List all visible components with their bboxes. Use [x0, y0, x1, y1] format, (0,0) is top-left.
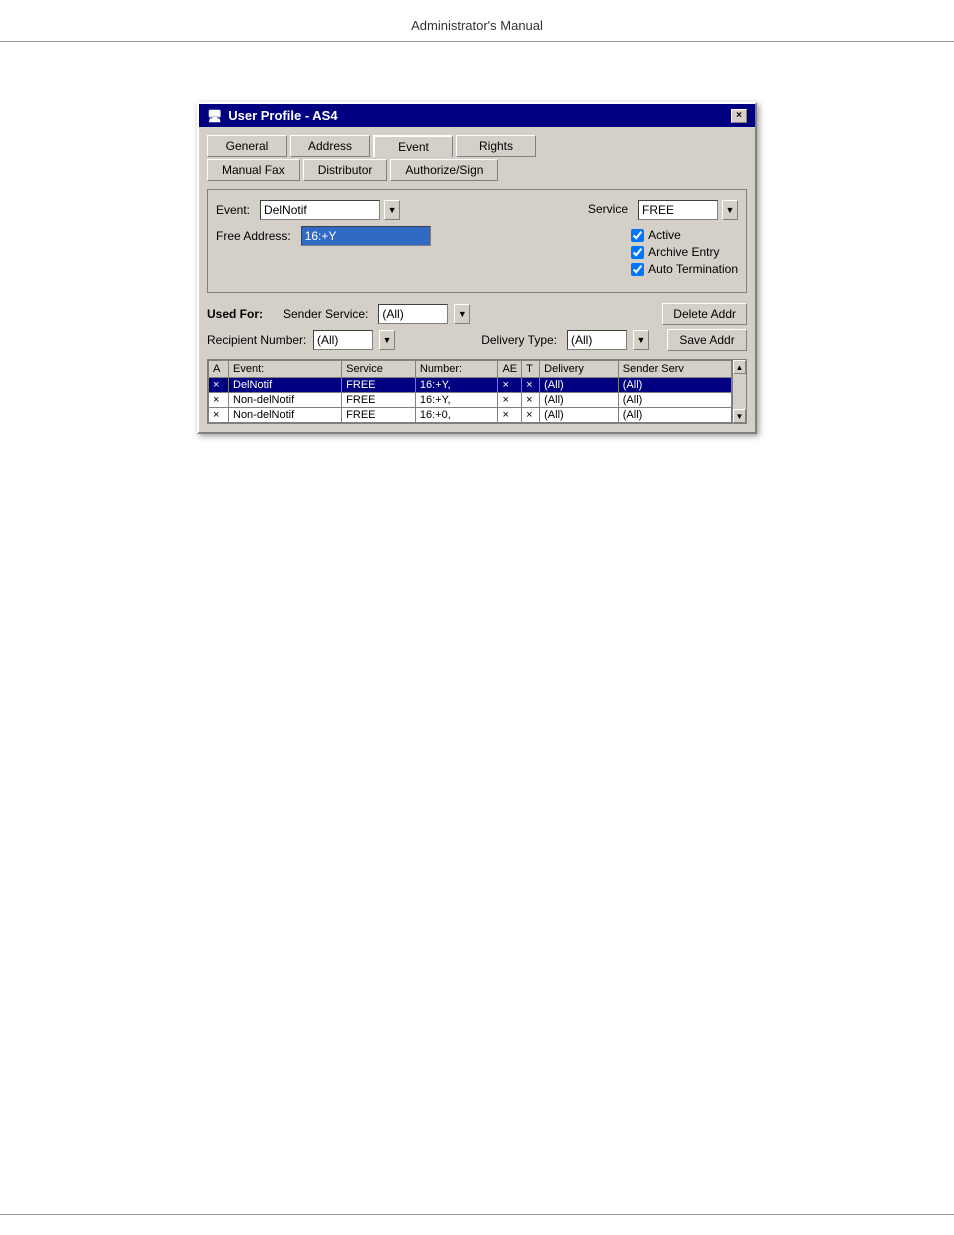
dialog-titlebar: 🖥 User Profile - AS4 × [199, 104, 755, 127]
delivery-type-label: Delivery Type: [481, 333, 557, 347]
service-input[interactable] [638, 200, 718, 220]
service-dropdown-icon[interactable]: ▼ [722, 200, 738, 220]
dialog-window: 🖥 User Profile - AS4 × General Address E… [197, 102, 757, 434]
auto-termination-checkbox[interactable] [631, 263, 644, 276]
archive-entry-label: Archive Entry [648, 245, 719, 259]
page-footer [0, 1214, 954, 1215]
close-button[interactable]: × [731, 109, 747, 123]
auto-termination-label: Auto Termination [648, 262, 738, 276]
used-for-label: Used For: [207, 307, 277, 321]
dropdown-icon[interactable]: ▼ [384, 200, 400, 220]
recipient-input[interactable] [313, 330, 373, 350]
table-row[interactable]: × Non-delNotif FREE 16:+Y, × × (All) (Al… [209, 393, 732, 408]
tab-distributor[interactable]: Distributor [303, 159, 388, 181]
col-sender-serv: Sender Serv [618, 361, 731, 378]
tab-event[interactable]: Event [373, 135, 453, 157]
event-label: Event: [216, 203, 250, 217]
dialog-title: User Profile - AS4 [228, 108, 337, 123]
table-row[interactable]: × Non-delNotif FREE 16:+0, × × (All) (Al… [209, 408, 732, 423]
active-checkbox[interactable] [631, 229, 644, 242]
sender-service-input[interactable] [378, 304, 448, 324]
recipient-label: Recipient Number: [207, 333, 307, 347]
recipient-dropdown-icon[interactable]: ▼ [379, 330, 395, 350]
save-addr-button[interactable]: Save Addr [667, 329, 747, 351]
col-number: Number: [415, 361, 498, 378]
scrollbar[interactable]: ▲ ▼ [732, 360, 746, 423]
col-service: Service [342, 361, 416, 378]
delivery-dropdown-icon[interactable]: ▼ [633, 330, 649, 350]
col-delivery: Delivery [540, 361, 619, 378]
tab-rights[interactable]: Rights [456, 135, 536, 157]
col-ae: AE [498, 361, 522, 378]
table-row[interactable]: × DelNotif FREE 16:+Y, × × (All) (All) [209, 378, 732, 393]
page-header: Administrator's Manual [0, 0, 954, 42]
free-address-label: Free Address: [216, 229, 291, 243]
sender-service-dropdown-icon[interactable]: ▼ [454, 304, 470, 324]
col-t: T [522, 361, 540, 378]
dialog-icon: 🖥 [207, 109, 222, 123]
tab-authorize-sign[interactable]: Authorize/Sign [390, 159, 498, 181]
event-input[interactable] [260, 200, 380, 220]
header-title: Administrator's Manual [411, 18, 543, 33]
delivery-type-input[interactable] [567, 330, 627, 350]
tab-manual-fax[interactable]: Manual Fax [207, 159, 300, 181]
col-event: Event: [229, 361, 342, 378]
delete-addr-button[interactable]: Delete Addr [662, 303, 747, 325]
tab-general[interactable]: General [207, 135, 287, 157]
free-address-input[interactable] [301, 226, 431, 246]
active-label: Active [648, 228, 681, 242]
service-label: Service [588, 202, 628, 216]
sender-service-label: Sender Service: [283, 307, 368, 321]
tab-address[interactable]: Address [290, 135, 370, 157]
col-a: A [209, 361, 229, 378]
data-table: A Event: Service Number: AE T Delivery S… [208, 360, 732, 423]
archive-entry-checkbox[interactable] [631, 246, 644, 259]
